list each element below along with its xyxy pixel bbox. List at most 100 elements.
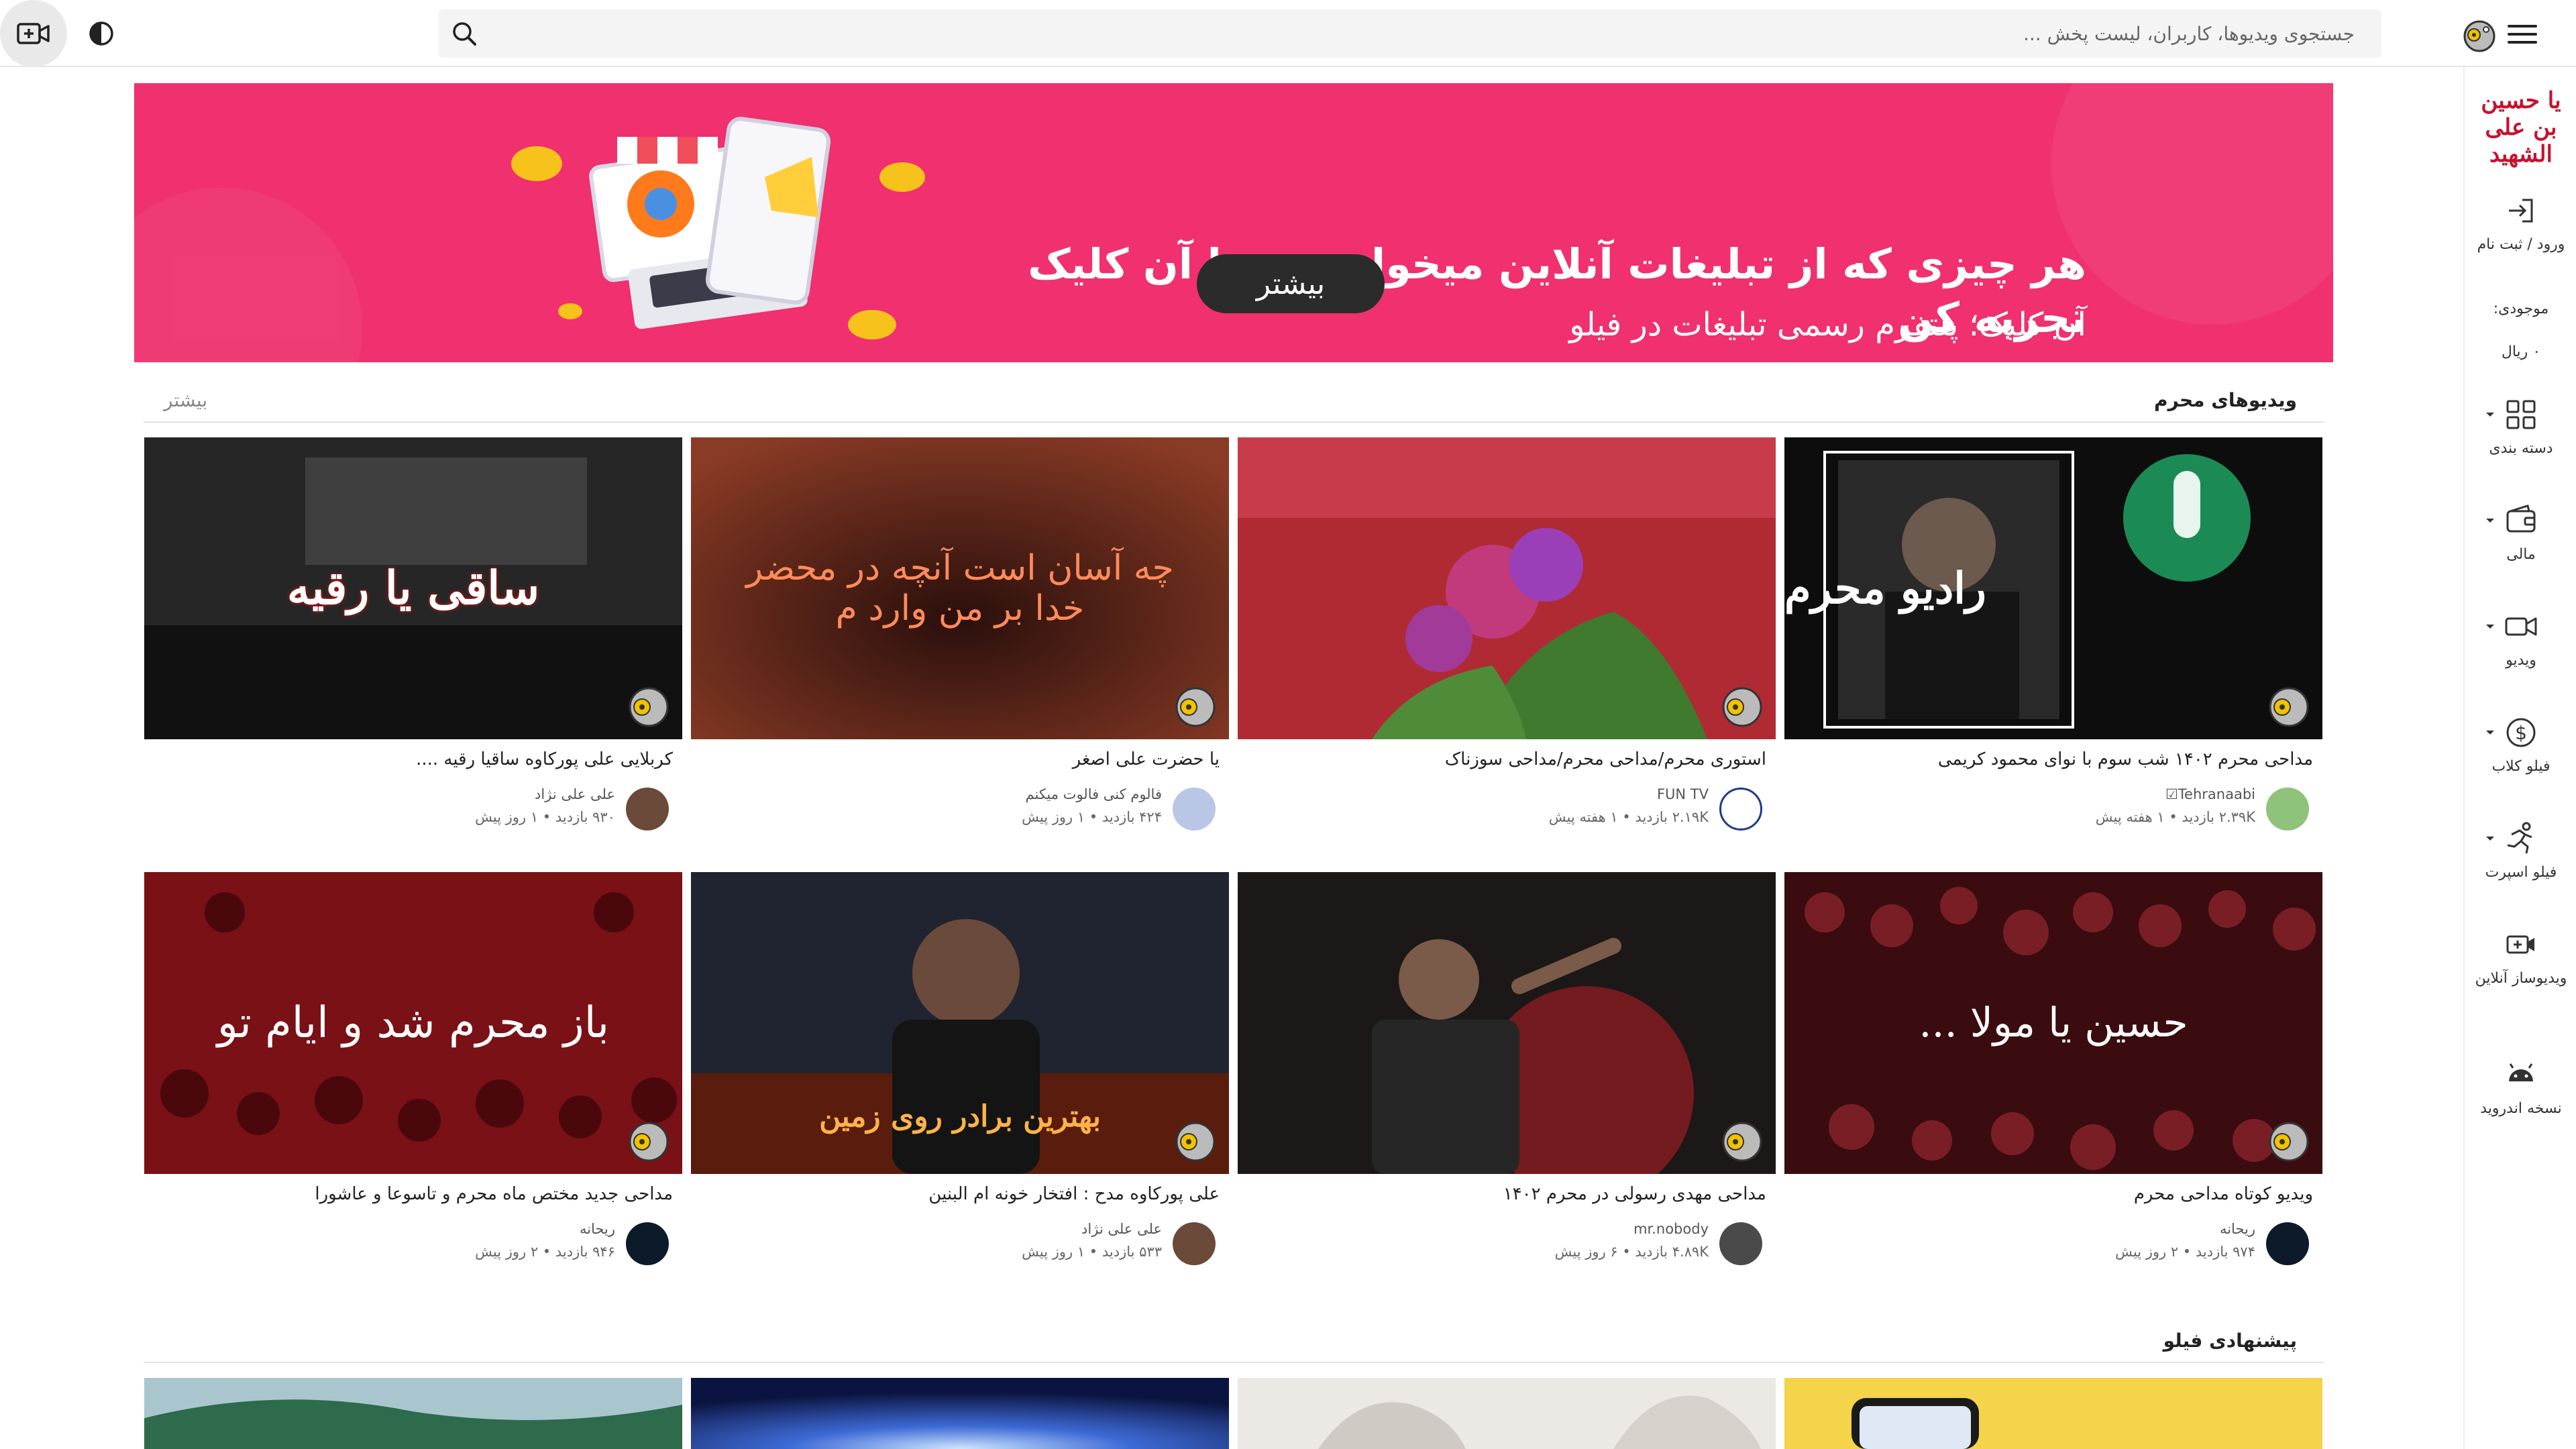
video-meta: فالوم کنی فالوت میکنم ۴۲۴ بازدید • ۱ روز…	[691, 782, 1229, 836]
thumbnail-overlay-text: بهترین برادر روی زمین	[819, 1099, 1101, 1134]
channel-avatar[interactable]	[1173, 1222, 1216, 1265]
video-card[interactable]: استوری محرم/مداحی محرم/مداحی سوزناک FUN …	[1238, 437, 1776, 836]
sidebar-item-fillo-sport[interactable]: فیلو اسپرت	[2465, 820, 2576, 883]
fillo-logo[interactable]	[2459, 16, 2497, 54]
video-title[interactable]: مداحی مهدی رسولی در محرم ۱۴۰۲	[1238, 1181, 1776, 1208]
sidebar-item-fillo-club[interactable]: $ فیلو کلاب	[2465, 714, 2576, 777]
video-thumbnail[interactable]: رادیو محرم	[1784, 437, 2322, 739]
search-button[interactable]	[447, 16, 482, 51]
video-thumbnail[interactable]: حسین یا مولا ...	[1784, 872, 2322, 1174]
view-count: ۲.۱۹K بازدید	[1635, 809, 1709, 825]
sidebar-item-video[interactable]: ویدیو	[2465, 608, 2576, 671]
sidebar-logo[interactable]: یا حسین بن علی الشهید	[2474, 87, 2568, 168]
video-title[interactable]: مداحی جدید مختص ماه محرم و تاسوعا و عاشو…	[144, 1181, 682, 1208]
film-reel-logo-icon	[2463, 20, 2496, 52]
video-thumbnail[interactable]: بهترین برادر روی زمین	[691, 872, 1229, 1174]
video-thumbnail[interactable]: باز محرم شد و ایام تو	[144, 872, 682, 1174]
channel-avatar[interactable]	[1719, 1222, 1762, 1265]
video-card[interactable]	[1238, 1378, 1776, 1449]
video-meta: FUN TV ۲.۱۹K بازدید • ۱ هفته پیش	[1238, 782, 1776, 836]
video-title[interactable]: کربلایی علی پورکاوه ساقیا رقیه ....	[144, 746, 682, 773]
video-card[interactable]: بهترین برادر روی زمین علی پورکاوه مدح : …	[691, 872, 1229, 1271]
video-card[interactable]: ساقی یا رقیه کربلایی علی پورکاوه ساقیا ر…	[144, 437, 682, 836]
video-age: ۶ روز پیش	[1554, 1244, 1618, 1260]
video-thumbnail[interactable]: چه آسان است آنچه در محضر خدا بر من وارد …	[691, 437, 1229, 739]
video-thumbnail[interactable]	[144, 1378, 682, 1449]
sidebar-item-finance[interactable]: مالی	[2465, 502, 2576, 565]
thumbnail-overlay-text	[1238, 437, 1776, 739]
section-more-link[interactable]: بیشتر	[164, 389, 207, 411]
video-card[interactable]: رادیو محرم مداحی محرم ۱۴۰۲ شب سوم با نوا…	[1784, 437, 2322, 836]
video-card[interactable]: مداحی مهدی رسولی در محرم ۱۴۰۲ mr.nobody …	[1238, 872, 1776, 1271]
sidebar-item-label: نسخه اندروید	[2480, 1100, 2562, 1117]
sidebar-item-android[interactable]: نسخه اندروید	[2465, 1056, 2576, 1119]
login-button[interactable]: ورود / ثبت نام	[2465, 192, 2576, 255]
fillo-watermark-icon	[2269, 1122, 2309, 1162]
ad-banner[interactable]: هر چیزی که از تبلیغات آنلاین میخوای رو، …	[134, 83, 2333, 362]
sidebar-item-label: فیلو کلاب	[2491, 758, 2551, 775]
channel-name[interactable]: Tehranaabi☑	[2165, 786, 2255, 802]
search-input[interactable]	[492, 9, 2368, 58]
video-thumbnail[interactable]	[1238, 872, 1776, 1174]
menu-button[interactable]	[2502, 17, 2542, 51]
page: یا حسین بن علی الشهید ورود / ثبت نام موج…	[0, 0, 2576, 1449]
video-title[interactable]: ویدیو کوتاه مداحی محرم	[1784, 1181, 2322, 1208]
channel-name[interactable]: فالوم کنی فالوت میکنم	[1026, 786, 1163, 802]
video-thumbnail[interactable]	[1784, 1378, 2322, 1449]
theme-toggle-button[interactable]	[85, 17, 118, 50]
video-thumbnail[interactable]	[691, 1378, 1229, 1449]
view-count: ۹۷۴ بازدید	[2195, 1244, 2255, 1260]
sidebar-item-categories[interactable]: دسته بندی	[2465, 396, 2576, 459]
video-age: ۲ روز پیش	[475, 1244, 539, 1260]
channel-name[interactable]: mr.nobody	[1633, 1221, 1709, 1237]
video-title[interactable]: مداحی محرم ۱۴۰۲ شب سوم با نوای محمود کری…	[1784, 746, 2322, 773]
login-label: ورود / ثبت نام	[2477, 236, 2565, 253]
video-stats: ۴۲۴ بازدید • ۱ روز پیش	[1022, 809, 1162, 825]
video-stats: ۹۳۰ بازدید • ۱ روز پیش	[475, 809, 615, 825]
hamburger-menu-icon	[2508, 25, 2537, 44]
video-thumbnail[interactable]: ساقی یا رقیه	[144, 437, 682, 739]
channel-name[interactable]: ریحانه	[2220, 1221, 2255, 1237]
banner-decoration	[134, 188, 362, 362]
thumbnail-art	[1784, 1378, 2322, 1449]
video-meta: ریحانه ۹۷۴ بازدید • ۲ روز پیش	[1784, 1217, 2322, 1271]
channel-avatar[interactable]	[626, 788, 669, 830]
video-age: ۱ هفته پیش	[2095, 809, 2165, 825]
sidebar-item-video-maker[interactable]: ویدیوساز آنلاین	[2465, 926, 2576, 989]
search-bar	[439, 9, 2381, 58]
channel-name[interactable]: FUN TV	[1657, 786, 1709, 802]
video-card[interactable]: باز محرم شد و ایام تو مداحی جدید مختص ما…	[144, 872, 682, 1271]
video-age: ۱ هفته پیش	[1548, 809, 1618, 825]
video-title[interactable]: یا حضرت علی اصغر	[691, 746, 1229, 773]
channel-name[interactable]: ریحانه	[580, 1221, 615, 1237]
android-icon	[2509, 1063, 2533, 1081]
upload-video-button[interactable]	[0, 0, 67, 67]
video-thumbnail[interactable]	[1238, 437, 1776, 739]
fillo-watermark-icon	[629, 687, 669, 727]
video-meta: ریحانه ۹۴۶ بازدید • ۲ روز پیش	[144, 1217, 682, 1271]
thumbnail-overlay-text: حسین یا مولا ...	[1919, 1000, 2188, 1046]
video-title[interactable]: استوری محرم/مداحی محرم/مداحی سوزناک	[1238, 746, 1776, 773]
video-title[interactable]: علی پورکاوه مدح : افتخار خونه ام البنین	[691, 1181, 1229, 1208]
caret-down-icon	[2486, 625, 2494, 629]
channel-avatar[interactable]	[2266, 788, 2309, 830]
video-meta: علی علی نژاد ۵۳۳ بازدید • ۱ روز پیش	[691, 1217, 1229, 1271]
banner-more-button[interactable]: بیشتر	[1197, 254, 1385, 313]
video-meta: علی علی نژاد ۹۳۰ بازدید • ۱ روز پیش	[144, 782, 682, 836]
channel-avatar[interactable]	[2266, 1222, 2309, 1265]
channel-avatar[interactable]	[626, 1222, 669, 1265]
channel-name[interactable]: علی علی نژاد	[535, 786, 615, 802]
video-card[interactable]	[1784, 1378, 2322, 1449]
section-title: ویدیوهای محرم	[2154, 389, 2297, 411]
view-count: ۹۳۰ بازدید	[555, 809, 615, 825]
video-card[interactable]: حسین یا مولا ... ویدیو کوتاه مداحی محرم …	[1784, 872, 2322, 1271]
sidebar-item-label: فیلو اسپرت	[2485, 864, 2557, 881]
fillo-watermark-icon	[2269, 687, 2309, 727]
channel-name[interactable]: علی علی نژاد	[1081, 1221, 1162, 1237]
video-card[interactable]	[691, 1378, 1229, 1449]
video-card[interactable]: چه آسان است آنچه در محضر خدا بر من وارد …	[691, 437, 1229, 836]
channel-avatar[interactable]	[1173, 788, 1216, 830]
channel-avatar[interactable]	[1719, 788, 1762, 830]
video-thumbnail[interactable]	[1238, 1378, 1776, 1449]
video-card[interactable]	[144, 1378, 682, 1449]
